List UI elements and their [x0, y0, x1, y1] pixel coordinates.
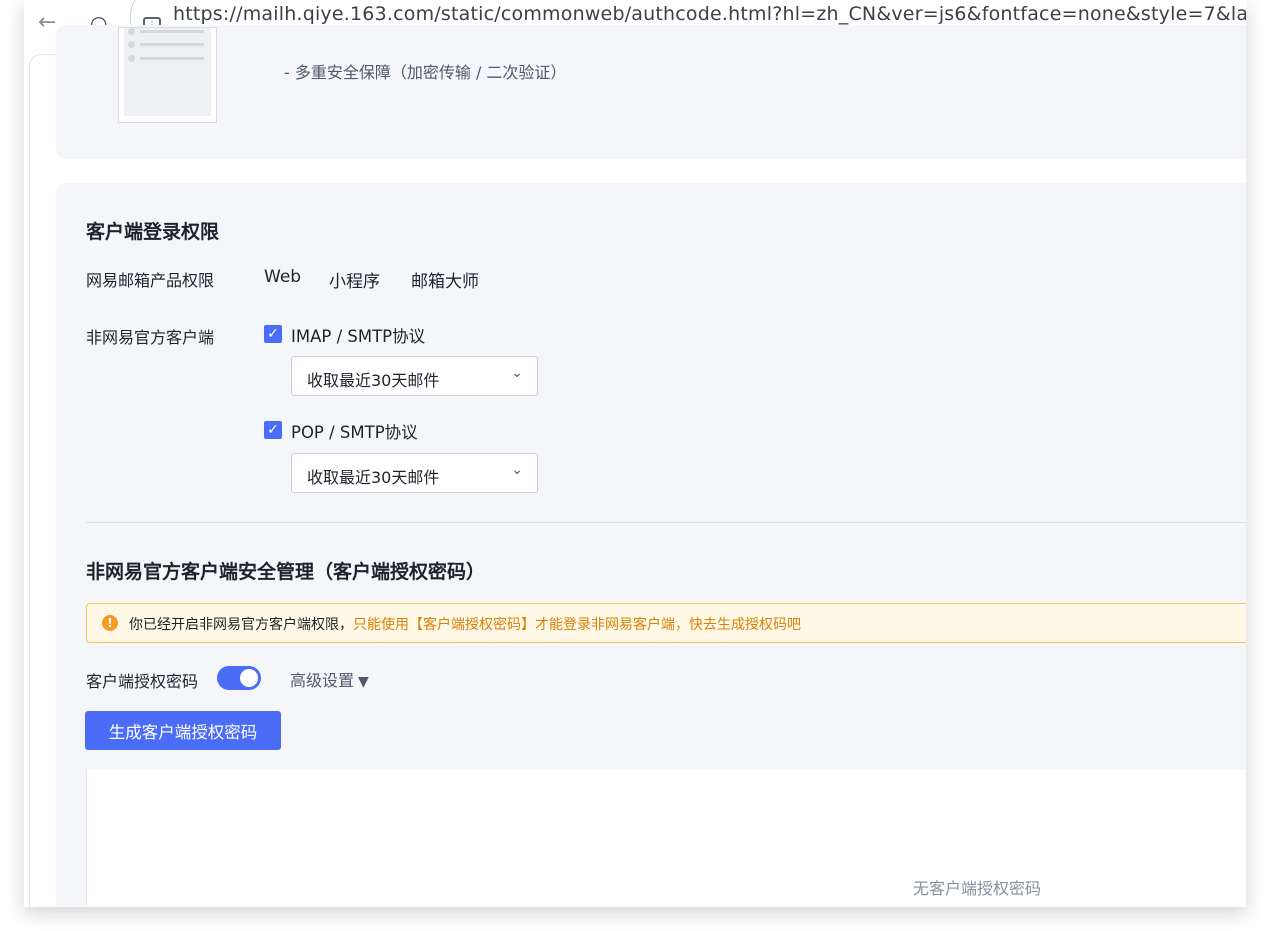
pop-label[interactable]: POP / SMTP协议: [291, 419, 418, 443]
auth-password-toggle[interactable]: [217, 666, 261, 690]
checkmark-icon: ✓: [267, 326, 279, 342]
feature-line: - 多重安全保障（加密传输 / 二次验证）: [284, 63, 567, 82]
product-mail-master: 邮箱大师: [411, 272, 479, 292]
product-web: Web: [264, 267, 302, 287]
auth-notice-banner: ! 你已经开启非网易官方客户端权限，只能使用【客户端授权密码】才能登录非网易客户…: [86, 603, 1246, 643]
advanced-settings-label: 高级设置: [290, 671, 355, 690]
pop-checkbox[interactable]: ✓: [264, 421, 282, 439]
url-text[interactable]: https://mailh.qiye.163.com/static/common…: [173, 3, 1246, 25]
notice-text: 你已经开启非网易官方客户端权限，只能使用【客户端授权密码】才能登录非网易客户端，…: [129, 614, 801, 634]
empty-state-text: 无客户端授权密码: [913, 879, 1042, 898]
imap-checkbox[interactable]: ✓: [264, 325, 282, 343]
feature-panel: - 多重安全保障（加密传输 / 二次验证）: [56, 25, 1246, 159]
toggle-knob: [240, 669, 258, 687]
pop-fetch-value: 收取最近30天邮件: [307, 468, 440, 487]
section-divider: [86, 522, 1246, 523]
imap-label[interactable]: IMAP / SMTP协议: [291, 323, 425, 347]
security-management-title: 非网易官方客户端安全管理（客户端授权密码）: [86, 561, 486, 583]
page-content: - 多重安全保障（加密传输 / 二次验证） 客户端登录权限 网易邮箱产品权限 W…: [29, 25, 1246, 907]
imap-fetch-select[interactable]: 收取最近30天邮件 ⌄: [291, 356, 538, 396]
notice-prefix: 你已经开启非网易官方客户端权限，: [129, 617, 353, 633]
third-party-client-label: 非网易官方客户端: [86, 328, 215, 347]
browser-window: ← ○ ⋮ https://mailh.qiye.163.com/static/…: [24, 0, 1246, 907]
auth-password-label: 客户端授权密码: [86, 672, 199, 691]
product-permission-label: 网易邮箱产品权限: [86, 271, 215, 290]
caret-down-icon: ▼: [358, 674, 369, 690]
client-login-title: 客户端登录权限: [86, 221, 220, 243]
imap-fetch-value: 收取最近30天邮件: [307, 371, 440, 390]
chevron-down-icon: ⌄: [511, 462, 523, 478]
warning-icon: !: [102, 615, 118, 631]
advanced-settings-link[interactable]: 高级设置 ▼: [290, 667, 369, 691]
document-illustration: [118, 27, 217, 123]
auth-password-list: 无客户端授权密码: [86, 770, 1246, 907]
generate-auth-password-button[interactable]: 生成客户端授权密码: [85, 711, 281, 750]
checkmark-icon: ✓: [267, 422, 279, 438]
product-miniprogram: 小程序: [329, 272, 380, 292]
back-arrow-icon[interactable]: ←: [38, 12, 56, 34]
chevron-down-icon: ⌄: [511, 365, 523, 381]
notice-highlight: 只能使用【客户端授权密码】才能登录非网易客户端，快去生成授权码吧: [353, 617, 801, 633]
pop-fetch-select[interactable]: 收取最近30天邮件 ⌄: [291, 453, 538, 493]
settings-panel: 客户端登录权限 网易邮箱产品权限 Web 小程序 邮箱大师 非网易官方客户端 ✓…: [56, 183, 1246, 907]
